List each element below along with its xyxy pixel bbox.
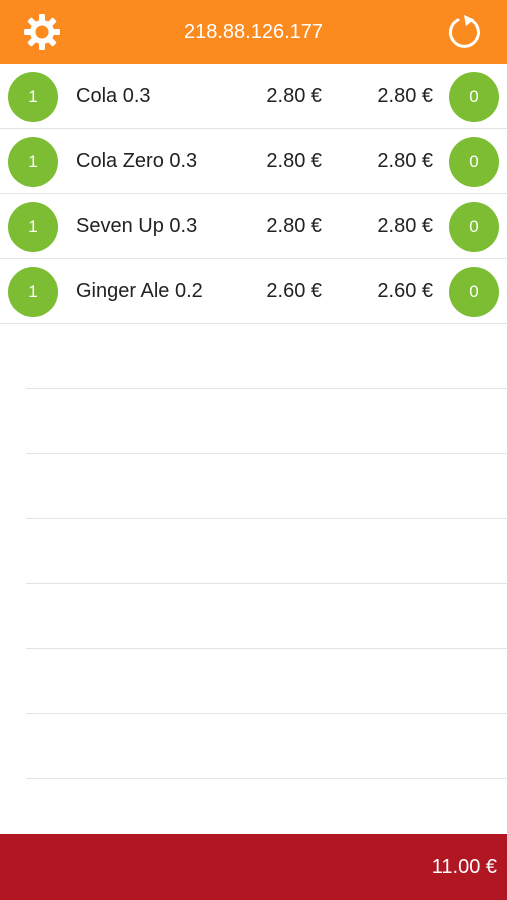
row-total: 2.80 € [377,150,433,172]
empty-row [26,714,507,779]
quantity-badge[interactable]: 1 [8,137,58,187]
counter-badge[interactable]: 0 [449,267,499,317]
item-name: Cola Zero 0.3 [76,150,198,172]
row-total: 2.60 € [377,280,433,302]
unit-price: 2.80 € [266,150,322,172]
order-row[interactable]: 1 Ginger Ale 0.2 2.60 € 2.60 € 0 [0,259,507,324]
item-name: Seven Up 0.3 [76,215,198,237]
server-address: 218.88.126.177 [183,21,324,43]
empty-row [26,389,507,454]
order-row[interactable]: 1 Cola Zero 0.3 2.80 € 2.80 € 0 [0,129,507,194]
order-list: 1 Cola 0.3 2.80 € 2.80 € 0 1 Cola Zero 0… [0,64,507,779]
counter-badge[interactable]: 0 [449,202,499,252]
counter-badge[interactable]: 0 [449,72,499,122]
total-bar[interactable]: 11.00 € [0,834,507,900]
unit-price: 2.80 € [266,85,322,107]
order-row[interactable]: 1 Cola 0.3 2.80 € 2.80 € 0 [0,64,507,129]
empty-row [26,649,507,714]
counter-badge[interactable]: 0 [449,137,499,187]
quantity-badge[interactable]: 1 [8,202,58,252]
empty-row [26,519,507,584]
refresh-button[interactable] [445,12,485,52]
quantity-badge[interactable]: 1 [8,72,58,122]
order-row[interactable]: 1 Seven Up 0.3 2.80 € 2.80 € 0 [0,194,507,259]
unit-price: 2.80 € [266,215,322,237]
empty-row [26,324,507,389]
quantity-badge[interactable]: 1 [8,267,58,317]
item-name: Cola 0.3 [76,85,151,107]
row-total: 2.80 € [377,215,433,237]
empty-row [26,584,507,649]
order-total: 11.00 € [431,856,497,878]
row-total: 2.80 € [377,85,433,107]
top-bar: 218.88.126.177 [0,0,507,64]
unit-price: 2.60 € [266,280,322,302]
empty-row [26,454,507,519]
item-name: Ginger Ale 0.2 [76,280,203,302]
refresh-icon [448,15,480,48]
